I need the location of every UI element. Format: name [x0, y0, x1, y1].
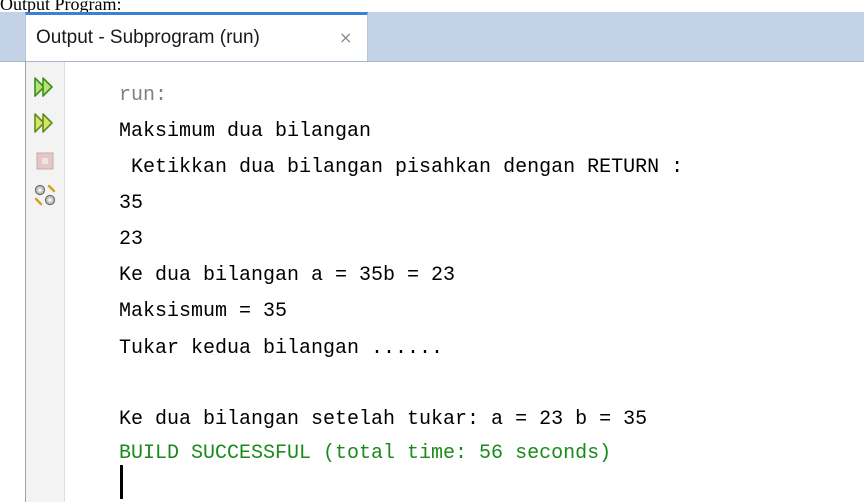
rerun-icon[interactable] — [32, 74, 58, 100]
console-line: Ketikkan dua bilangan pisahkan dengan RE… — [119, 156, 684, 179]
tab-output-subprogram[interactable]: Output - Subprogram (run) × — [25, 12, 368, 61]
console-line: Ke dua bilangan setelah tukar: a = 23 b … — [119, 408, 648, 431]
console-line: Maksismum = 35 — [119, 300, 288, 323]
close-icon[interactable]: × — [339, 28, 352, 47]
stop-icon[interactable] — [32, 148, 58, 174]
console-line: 35 — [119, 192, 144, 215]
rerun-with-customized-icon[interactable] — [32, 110, 58, 136]
page-caption: Output Program: — [0, 0, 122, 14]
console-line: run: — [119, 84, 168, 107]
console-line: Maksimum dua bilangan — [119, 120, 372, 143]
output-window: Output Program: Output - Subprogram (run… — [0, 0, 864, 502]
settings-icon[interactable] — [32, 182, 58, 208]
console-line: BUILD SUCCESSFUL (total time: 56 seconds… — [119, 442, 612, 465]
console-line: Ke dua bilangan a = 35b = 23 — [119, 264, 456, 287]
console-line: 23 — [119, 228, 144, 251]
console-output[interactable]: run: Maksimum dua bilangan Ketikkan dua b… — [65, 62, 864, 502]
output-toolbar — [26, 62, 65, 502]
tab-bar: Output - Subprogram (run) × — [0, 12, 864, 62]
console-line: Tukar kedua bilangan ...... — [119, 337, 444, 360]
tab-title: Output - Subprogram (run) — [36, 27, 260, 48]
text-cursor — [120, 465, 123, 499]
